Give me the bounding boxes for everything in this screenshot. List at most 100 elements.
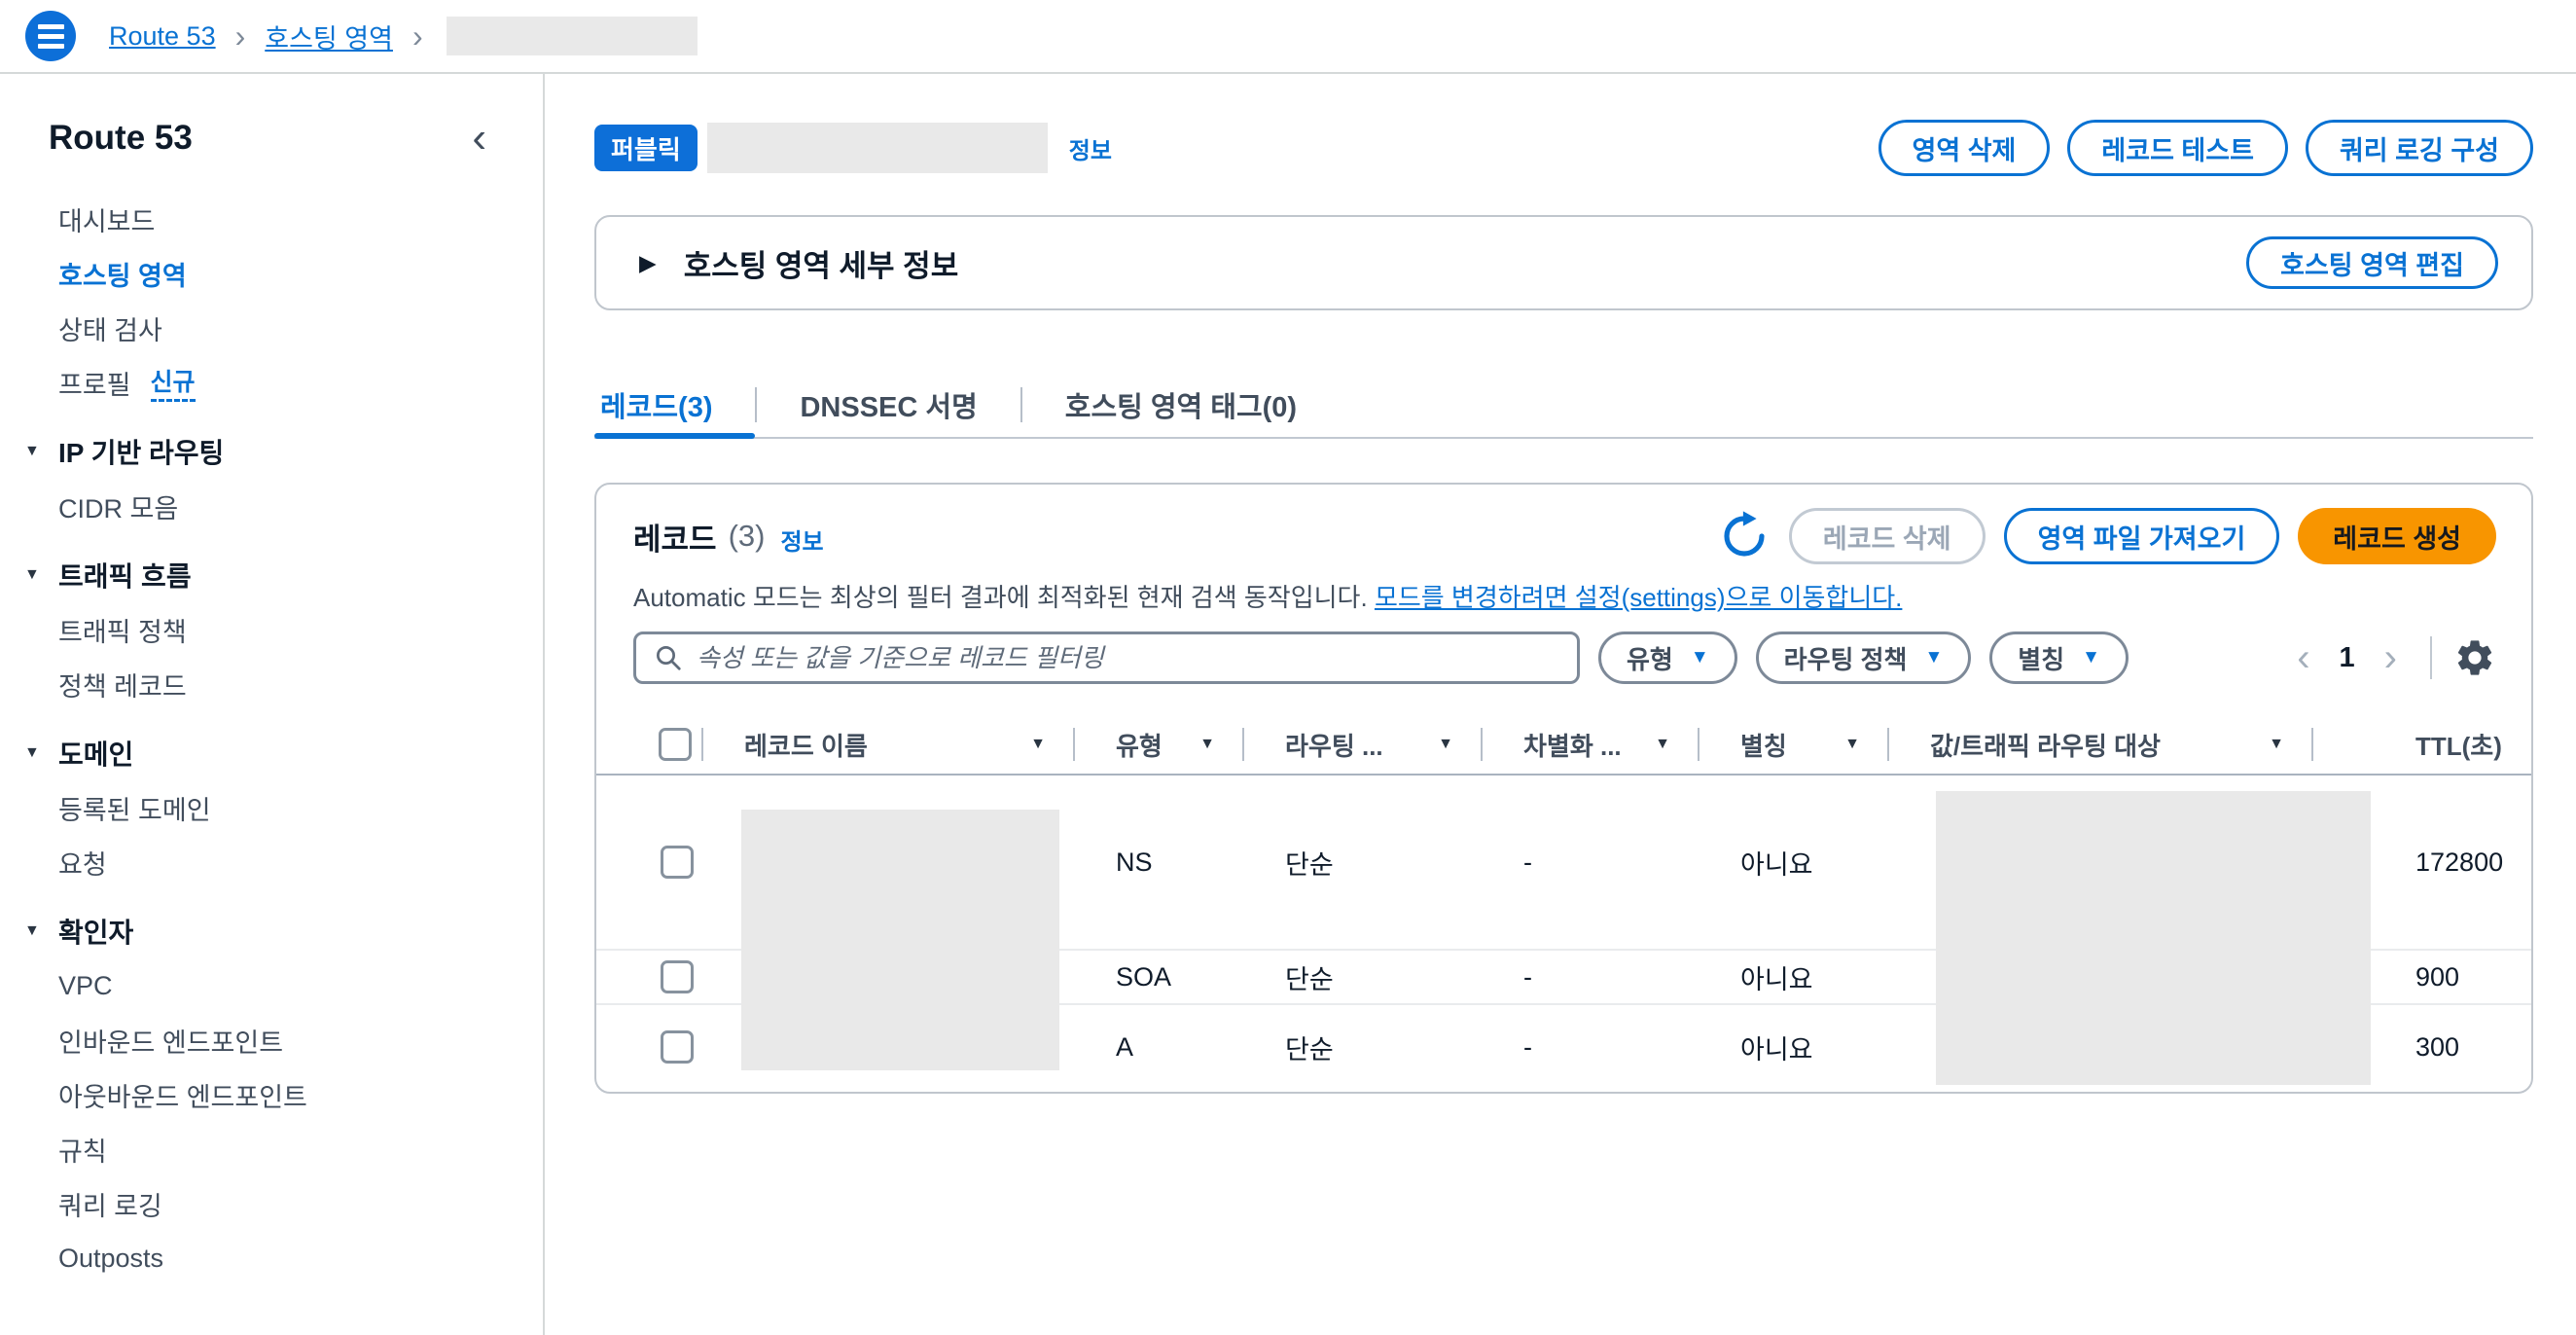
sidebar-item-cidr-collections[interactable]: CIDR 모음 bbox=[58, 479, 543, 533]
tab-hosted-zone-tags[interactable]: 호스팅 영역 태그(0) bbox=[1022, 373, 1340, 437]
edit-hosted-zone-button[interactable]: 호스팅 영역 편집 bbox=[2246, 236, 2498, 289]
column-header-value[interactable]: 값/트래픽 라우팅 대상 ▼ bbox=[1889, 715, 2313, 774]
zone-actions: 영역 삭제 레코드 테스트 쿼리 로깅 구성 bbox=[1878, 120, 2533, 176]
delete-zone-button[interactable]: 영역 삭제 bbox=[1878, 120, 2051, 176]
pagination: ‹ 1 › bbox=[2291, 636, 2496, 679]
alias-filter-dropdown[interactable]: 별칭 ▼ bbox=[1989, 631, 2129, 684]
breadcrumb-route53[interactable]: Route 53 bbox=[109, 21, 216, 52]
sidebar-item-query-logging[interactable]: 쿼리 로깅 bbox=[58, 1176, 543, 1231]
table-settings-gear-icon[interactable] bbox=[2453, 636, 2496, 679]
records-count: (3) bbox=[729, 519, 766, 554]
menu-icon[interactable] bbox=[25, 11, 76, 61]
record-differentiator-cell: - bbox=[1483, 962, 1699, 992]
record-alias-cell: 아니요 bbox=[1699, 1028, 1889, 1066]
sidebar-item-vpc[interactable]: VPC bbox=[58, 958, 543, 1013]
chevron-right-icon: › bbox=[235, 20, 246, 52]
sidebar-section-domains[interactable]: ▼ 도메인 bbox=[58, 726, 543, 780]
sort-icon[interactable]: ▼ bbox=[2269, 736, 2284, 753]
redacted-record-names bbox=[741, 810, 1059, 1070]
breadcrumb-hosted-zones[interactable]: 호스팅 영역 bbox=[265, 18, 393, 55]
delete-record-button[interactable]: 레코드 삭제 bbox=[1789, 508, 1986, 564]
sort-icon[interactable]: ▼ bbox=[1199, 736, 1215, 753]
breadcrumb: Route 53 › 호스팅 영역 › bbox=[109, 17, 698, 55]
sidebar-item-requests[interactable]: 요청 bbox=[58, 835, 543, 889]
records-info-link[interactable]: 정보 bbox=[780, 523, 823, 557]
zone-info-link[interactable]: 정보 bbox=[1069, 131, 1112, 165]
column-header-record-name[interactable]: 레코드 이름 ▼ bbox=[703, 715, 1075, 774]
sidebar-item-health-checks[interactable]: 상태 검사 bbox=[58, 301, 543, 355]
sidebar-section-traffic-flow[interactable]: ▼ 트래픽 흐름 bbox=[58, 548, 543, 602]
current-page-number[interactable]: 1 bbox=[2340, 642, 2355, 674]
sidebar-item-outbound-endpoints[interactable]: 아웃바운드 엔드포인트 bbox=[58, 1067, 543, 1122]
record-filter-input[interactable] bbox=[695, 642, 1559, 674]
record-differentiator-cell: - bbox=[1483, 848, 1699, 878]
route53-console: Route 53 › 호스팅 영역 › Route 53 ‹ 대시보드 호스팅 … bbox=[0, 0, 2576, 1335]
record-differentiator-cell: - bbox=[1483, 1032, 1699, 1063]
tab-records[interactable]: 레코드(3) bbox=[594, 373, 755, 437]
column-header-type[interactable]: 유형 ▼ bbox=[1075, 715, 1244, 774]
sort-icon[interactable]: ▼ bbox=[1844, 736, 1860, 753]
expand-arrow-icon[interactable]: ▶ bbox=[639, 250, 657, 276]
sidebar-item-outposts[interactable]: Outposts bbox=[58, 1231, 543, 1285]
column-header-alias[interactable]: 별칭 ▼ bbox=[1699, 715, 1889, 774]
filter-toolbar: 유형 ▼ 라우팅 정책 ▼ 별칭 ▼ ‹ 1 › bbox=[596, 631, 2531, 684]
select-all-checkbox[interactable] bbox=[659, 728, 692, 761]
sort-icon[interactable]: ▼ bbox=[1030, 736, 1046, 753]
sidebar: Route 53 ‹ 대시보드 호스팅 영역 상태 검사 프로필 신규 ▼ IP… bbox=[0, 74, 545, 1335]
records-actions: 레코드 삭제 영역 파일 가져오기 레코드 생성 bbox=[1718, 508, 2496, 564]
type-filter-dropdown[interactable]: 유형 ▼ bbox=[1598, 631, 1737, 684]
new-badge[interactable]: 신규 bbox=[151, 363, 196, 402]
sidebar-item-profiles[interactable]: 프로필 신규 bbox=[58, 355, 543, 410]
hosted-zone-details-panel: ▶ 호스팅 영역 세부 정보 호스팅 영역 편집 bbox=[594, 215, 2533, 310]
sidebar-item-rules[interactable]: 규칙 bbox=[58, 1122, 543, 1176]
caret-down-icon: ▼ bbox=[24, 443, 40, 460]
sort-icon[interactable]: ▼ bbox=[1438, 736, 1453, 753]
sidebar-item-traffic-policies[interactable]: 트래픽 정책 bbox=[58, 602, 543, 657]
main-content: 퍼블릭 정보 영역 삭제 레코드 테스트 쿼리 로깅 구성 ▶ 호스팅 영역 세… bbox=[545, 74, 2576, 1335]
records-title: 레코드 bbox=[633, 515, 717, 559]
hosted-zone-details-title[interactable]: 호스팅 영역 세부 정보 bbox=[684, 241, 959, 285]
test-record-button[interactable]: 레코드 테스트 bbox=[2067, 120, 2288, 176]
tab-dnssec-signing[interactable]: DNSSEC 서명 bbox=[757, 373, 1020, 437]
sidebar-item-registered-domains[interactable]: 등록된 도메인 bbox=[58, 780, 543, 835]
column-header-differentiator[interactable]: 차별화 ... ▼ bbox=[1483, 715, 1699, 774]
toolbar-divider bbox=[2430, 636, 2432, 679]
top-navigation-bar: Route 53 › 호스팅 영역 › bbox=[0, 0, 2576, 74]
create-record-button[interactable]: 레코드 생성 bbox=[2298, 508, 2496, 564]
record-filter-searchbox[interactable] bbox=[633, 631, 1580, 684]
chevron-right-icon: › bbox=[412, 20, 423, 52]
column-header-routing[interactable]: 라우팅 ... ▼ bbox=[1244, 715, 1483, 774]
row-checkbox[interactable] bbox=[661, 846, 694, 879]
sidebar-section-ip-routing[interactable]: ▼ IP 기반 라우팅 bbox=[58, 424, 543, 479]
record-routing-cell: 단순 bbox=[1244, 844, 1483, 882]
sidebar-section-resolver[interactable]: ▼ 확인자 bbox=[58, 904, 543, 958]
dropdown-caret-icon: ▼ bbox=[1691, 647, 1709, 668]
records-header: 레코드 (3) 정보 레코드 삭제 영역 파일 가져오기 레코드 생성 bbox=[596, 485, 2531, 564]
sidebar-item-inbound-endpoints[interactable]: 인바운드 엔드포인트 bbox=[58, 1013, 543, 1067]
record-type-cell: SOA bbox=[1075, 962, 1244, 992]
import-zone-file-button[interactable]: 영역 파일 가져오기 bbox=[2004, 508, 2280, 564]
caret-down-icon: ▼ bbox=[24, 922, 40, 940]
search-icon bbox=[654, 643, 683, 672]
row-checkbox[interactable] bbox=[661, 960, 694, 993]
record-type-cell: A bbox=[1075, 1032, 1244, 1063]
routing-policy-filter-dropdown[interactable]: 라우팅 정책 ▼ bbox=[1756, 631, 1972, 684]
sidebar-title: Route 53 bbox=[49, 119, 193, 158]
sidebar-item-dashboard[interactable]: 대시보드 bbox=[58, 192, 543, 246]
settings-mode-link[interactable]: 모드를 변경하려면 설정(settings)으로 이동합니다. bbox=[1375, 583, 1902, 612]
configure-query-logging-button[interactable]: 쿼리 로깅 구성 bbox=[2306, 120, 2533, 176]
sidebar-header: Route 53 ‹ bbox=[0, 74, 543, 160]
filter-mode-description: Automatic 모드는 최상의 필터 결과에 최적화된 현재 검색 동작입니… bbox=[596, 564, 2531, 614]
breadcrumb-zone-name-redacted bbox=[447, 17, 698, 55]
row-checkbox[interactable] bbox=[661, 1030, 694, 1064]
sort-icon[interactable]: ▼ bbox=[1655, 736, 1670, 753]
refresh-icon[interactable] bbox=[1718, 510, 1771, 562]
record-alias-cell: 아니요 bbox=[1699, 844, 1889, 882]
sidebar-item-policy-records[interactable]: 정책 레코드 bbox=[58, 657, 543, 711]
next-page-icon[interactable]: › bbox=[2379, 638, 2403, 677]
sidebar-item-hosted-zones[interactable]: 호스팅 영역 bbox=[58, 246, 543, 301]
previous-page-icon[interactable]: ‹ bbox=[2291, 638, 2315, 677]
record-type-cell: NS bbox=[1075, 848, 1244, 878]
collapse-sidebar-icon[interactable]: ‹ bbox=[472, 117, 486, 160]
column-header-ttl[interactable]: TTL(초) bbox=[2313, 715, 2531, 774]
